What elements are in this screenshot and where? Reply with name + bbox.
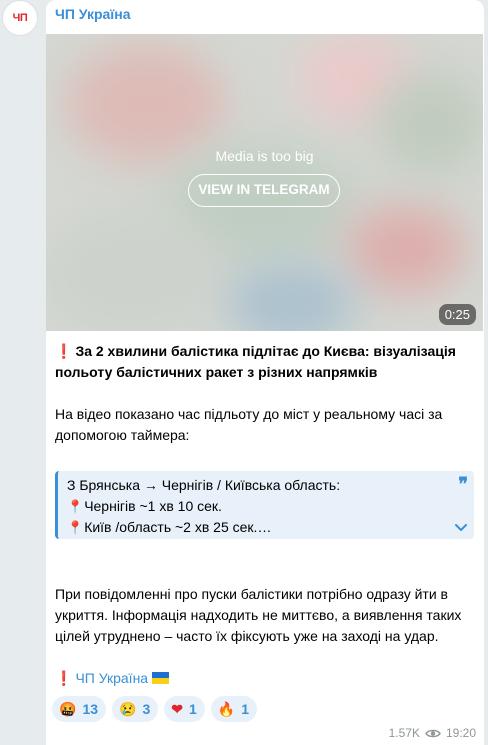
reaction-count: 1 xyxy=(241,701,250,717)
signature-link[interactable]: ЧП Україна xyxy=(75,670,148,686)
exclamation-icon: ❗ xyxy=(55,670,73,686)
post-paragraph-1: На відео показано час підльоту до міст у… xyxy=(55,406,443,443)
reaction-count: 3 xyxy=(142,701,151,717)
view-count: 1.57K xyxy=(388,726,420,740)
channel-name[interactable]: ЧП Україна xyxy=(55,6,131,22)
message-bubble: ЧП Україна Media is too big VIEW IN TELE… xyxy=(46,0,484,745)
sad-face-icon: 😢 xyxy=(119,700,137,717)
ukraine-flag-icon xyxy=(152,672,170,684)
heart-icon: ❤ xyxy=(171,700,183,717)
message-time: 19:20 xyxy=(445,726,476,740)
quote-line-2: Чернігів ~1 хв 10 сек. xyxy=(84,498,222,514)
exclamation-icon: ❗ xyxy=(55,343,73,359)
view-in-telegram-button[interactable]: VIEW IN TELEGRAM xyxy=(188,174,340,207)
video-duration: 0:25 xyxy=(438,304,476,325)
quote-line-1: З Брянська → Чернігів / Київська область… xyxy=(67,477,341,493)
media-too-big-notice: Media is too big xyxy=(215,148,314,164)
fire-icon: 🔥 xyxy=(217,700,236,717)
pin-icon: 📍 xyxy=(67,499,84,514)
eye-icon xyxy=(425,729,441,737)
post-title-text: За 2 хвилини балістика підлітає до Києва… xyxy=(55,343,456,380)
post-signature: ❗ ЧП Україна xyxy=(55,668,475,689)
quote-icon: ❞ xyxy=(458,474,468,494)
channel-avatar[interactable]: ЧП xyxy=(2,0,38,36)
message-meta: 1.57K 19:20 xyxy=(389,726,476,740)
avatar-text: ЧП xyxy=(12,12,28,24)
reaction-fire[interactable]: 🔥 1 xyxy=(210,696,258,722)
post-title: ❗ За 2 хвилини балістика підлітає до Києв… xyxy=(55,341,475,383)
reaction-sad[interactable]: 😢 3 xyxy=(112,696,159,722)
reaction-count: 13 xyxy=(82,701,99,717)
angry-face-icon: 🤬 xyxy=(59,700,77,717)
reactions-bar: 🤬 13 😢 3 ❤ 1 🔥 1 xyxy=(52,696,258,722)
quote-line-3: Київ /область ~2 хв 25 сек.… xyxy=(84,519,272,535)
reaction-count: 1 xyxy=(188,701,197,717)
pin-icon: 📍 xyxy=(67,520,84,535)
blockquote[interactable]: З Брянська → Чернігів / Київська область… xyxy=(55,471,474,539)
reaction-angry[interactable]: 🤬 13 xyxy=(52,696,107,722)
chevron-down-icon[interactable] xyxy=(454,522,468,532)
post-paragraph-2: При повідомленні про пуски балістики пот… xyxy=(55,586,462,644)
reaction-heart[interactable]: ❤ 1 xyxy=(164,696,205,722)
media-preview[interactable]: Media is too big VIEW IN TELEGRAM 0:25 xyxy=(46,34,483,331)
